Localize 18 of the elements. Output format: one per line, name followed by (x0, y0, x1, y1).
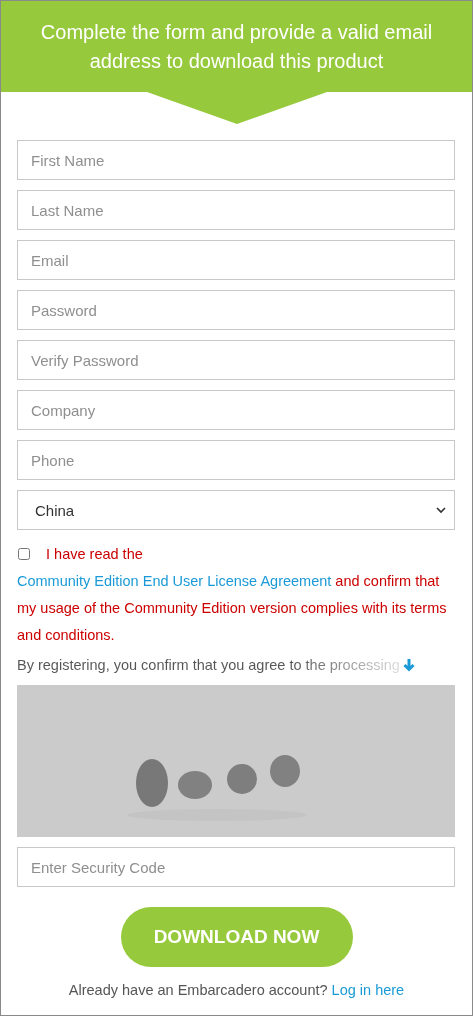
input-field[interactable]: First Name (17, 140, 455, 180)
agreement-text: I have read the Community Edition End User License Agreement and confirm that my usage of the Community Edition version complies with its terms and conditions. (17, 545, 448, 645)
security-code-field[interactable]: Enter Security Code (17, 847, 455, 887)
agreement-checkbox[interactable] (18, 548, 30, 560)
login-link[interactable]: Log in here (331, 982, 405, 998)
input-field[interactable]: Password (17, 290, 455, 330)
login-prompt: Already have an Embarcadero account? (68, 982, 328, 998)
input-field[interactable]: Phone (17, 440, 455, 480)
input-field[interactable]: Email (17, 240, 455, 280)
chevron-down-icon (436, 506, 446, 514)
country-select[interactable]: China (17, 490, 455, 530)
input-field[interactable]: Verify Password (17, 340, 455, 380)
input-field[interactable]: Company (17, 390, 455, 430)
arrow-down-icon[interactable] (401, 658, 416, 672)
input-field[interactable]: Last Name (17, 190, 455, 230)
form-title: Complete the form and provide a valid email address to download this product (39, 19, 434, 74)
license-link[interactable]: Community Edition End User License Agreement (17, 573, 332, 589)
download-button[interactable]: DOWNLOAD NOW (120, 907, 353, 967)
